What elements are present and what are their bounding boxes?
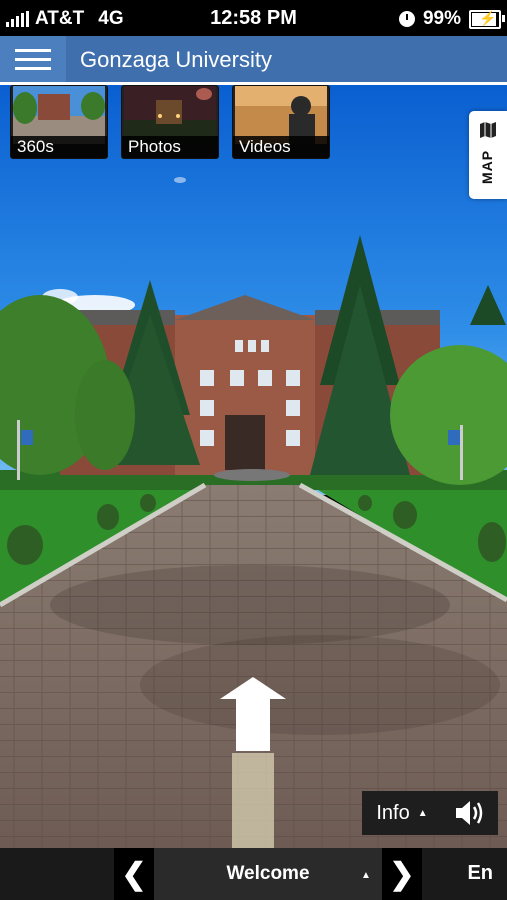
page-title: Gonzaga University	[80, 47, 272, 72]
tab-photos[interactable]: Photos	[121, 85, 219, 159]
status-right: 99% ⚡	[398, 8, 505, 30]
sound-toggle-button[interactable]	[442, 791, 498, 835]
tab-label-videos: Videos	[233, 136, 329, 158]
map-tab-label: MAP	[479, 149, 495, 184]
caret-up-icon: ▲	[417, 807, 428, 819]
charging-bolt-icon: ⚡	[479, 9, 497, 26]
speaker-icon	[456, 801, 483, 825]
current-stop-label: Welcome	[226, 863, 310, 884]
chevron-right-icon: ❯	[389, 857, 415, 891]
language-selector[interactable]: En	[467, 862, 493, 885]
caret-up-icon: ▲	[361, 870, 371, 881]
alarm-clock-icon	[398, 11, 415, 27]
direction-track	[232, 753, 274, 848]
map-icon	[480, 122, 496, 138]
info-button[interactable]: Info ▲	[362, 791, 442, 835]
status-bar: AT&T 4G 12:58 PM 99% ⚡	[0, 0, 507, 36]
hamburger-icon-line	[15, 66, 51, 70]
app-header: Gonzaga University	[0, 36, 507, 82]
battery-icon: ⚡	[469, 9, 505, 29]
tab-label-photos: Photos	[122, 136, 218, 158]
battery-percent: 99%	[422, 8, 461, 29]
panorama-view[interactable]	[0, 85, 507, 848]
chevron-left-icon: ❮	[121, 857, 147, 891]
hamburger-icon	[15, 48, 51, 52]
hamburger-menu-button[interactable]	[0, 36, 66, 82]
campus-panorama-image	[0, 85, 507, 848]
tab-videos[interactable]: Videos	[232, 85, 330, 159]
info-label: Info	[376, 801, 410, 824]
current-stop-selector[interactable]: Welcome	[154, 848, 382, 900]
map-tab-button[interactable]: MAP	[469, 111, 507, 199]
previous-stop-button[interactable]: ❮	[114, 848, 154, 900]
hamburger-icon-line	[15, 57, 51, 61]
tab-label-360s: 360s	[11, 136, 107, 158]
tab-360s[interactable]: 360s	[10, 85, 108, 159]
bottom-nav-bar: ❮ Welcome ▲ ❯ En	[0, 848, 507, 900]
next-stop-button[interactable]: ❯	[382, 848, 422, 900]
